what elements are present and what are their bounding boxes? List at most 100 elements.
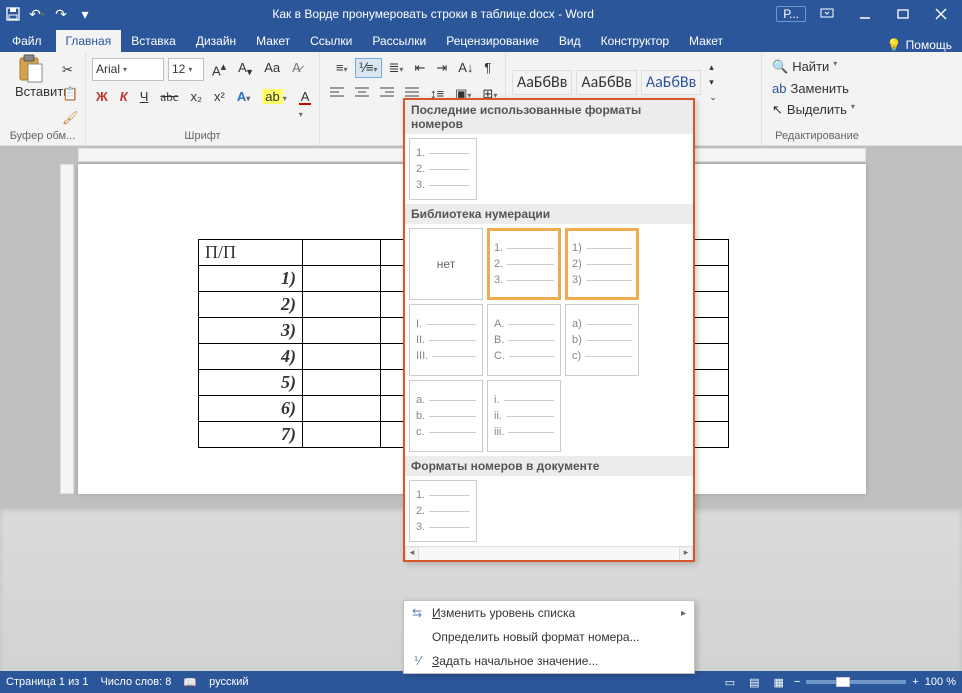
font-size-dropdown[interactable]: 12▾ <box>168 58 204 81</box>
zoom-level[interactable]: 100 % <box>925 676 956 688</box>
numbering-format-lower-alpha[interactable]: a. b. c. <box>409 380 483 452</box>
help-label: Помощь <box>906 38 952 52</box>
superscript-button[interactable]: x² <box>210 87 229 122</box>
styles-gallery-more[interactable]: ⌄ <box>705 90 721 105</box>
align-left-icon[interactable] <box>326 84 348 104</box>
section-doc-formats: Форматы номеров в документе <box>405 456 693 476</box>
tab-file[interactable]: Файл <box>2 30 52 52</box>
numbering-options-menu: ⇆ Изменить уровень списка ▸ Определить н… <box>403 600 695 674</box>
numbering-format-upper-alpha[interactable]: A. B. C. <box>487 304 561 376</box>
style-no-spacing[interactable]: АаБбВв <box>576 70 636 95</box>
redo-icon[interactable]: ↷ <box>52 5 70 23</box>
numbering-format-lower-roman[interactable]: i. ii. iii. <box>487 380 561 452</box>
italic-button[interactable]: К <box>116 87 132 122</box>
view-print-icon[interactable]: ▤ <box>745 674 763 691</box>
tab-layout2[interactable]: Макет <box>679 30 733 52</box>
numbering-format-decimal-dot[interactable]: 1. 2. 3. <box>409 138 477 200</box>
tab-references[interactable]: Ссылки <box>300 30 362 52</box>
group-editing-label: Редактирование <box>768 130 866 143</box>
menu-change-list-level[interactable]: ⇆ Изменить уровень списка ▸ <box>404 601 694 625</box>
qat-more-icon[interactable]: ▾ <box>76 5 94 23</box>
highlight-button[interactable]: ab▾ <box>258 87 290 122</box>
zoom-in-icon[interactable]: + <box>912 676 918 688</box>
underline-button[interactable]: Ч <box>136 87 153 122</box>
vertical-ruler[interactable] <box>60 164 74 494</box>
gallery-scroll[interactable]: ◂▸ <box>405 546 693 560</box>
shrink-font-icon[interactable]: A▾ <box>234 58 256 81</box>
help-search[interactable]: 💡 Помощь <box>877 38 962 52</box>
menu-label-text: Определить новый формат номера... <box>432 630 640 644</box>
context-tab-label[interactable]: Р... <box>776 6 806 22</box>
change-case-icon[interactable]: Aa <box>260 58 284 81</box>
titlebar: ↶▾ ↷ ▾ Как в Ворде пронумеровать строки … <box>0 0 962 28</box>
numbering-format-decimal-paren[interactable]: 1) 2) 3) <box>565 228 639 300</box>
search-icon: 🔍 <box>772 59 788 75</box>
numbering-format-none[interactable]: нет <box>409 228 483 300</box>
font-color-button[interactable]: A▾ <box>295 87 316 122</box>
view-web-icon[interactable]: ▦ <box>770 674 788 691</box>
ribbon-options-icon[interactable] <box>810 3 844 25</box>
sort-icon[interactable]: A↓ <box>454 58 477 78</box>
styles-scroll-down[interactable]: ▾ <box>705 75 721 90</box>
status-page[interactable]: Страница 1 из 1 <box>6 676 88 688</box>
change-level-icon: ⇆ <box>409 606 425 620</box>
clear-format-icon[interactable]: A̷ <box>288 58 305 81</box>
view-read-icon[interactable]: ▭ <box>721 674 739 691</box>
tab-design[interactable]: Дизайн <box>186 30 246 52</box>
style-heading1[interactable]: АаБбВв <box>641 70 701 95</box>
numbering-format-roman[interactable]: I. II. III. <box>409 304 483 376</box>
find-button[interactable]: 🔍Найти▾ <box>768 57 841 77</box>
group-font-label: Шрифт <box>92 130 313 143</box>
strike-button[interactable]: abc <box>156 87 182 122</box>
save-icon[interactable] <box>4 5 22 23</box>
maximize-button[interactable] <box>886 3 920 25</box>
numbering-format-lower-alpha-paren[interactable]: a) b) c) <box>565 304 639 376</box>
align-right-icon[interactable] <box>376 84 398 104</box>
set-value-icon: ⅟ <box>409 654 425 668</box>
minimize-button[interactable] <box>848 3 882 25</box>
text-effects-button[interactable]: A▾ <box>233 87 254 122</box>
font-family-dropdown[interactable]: Arial▾ <box>92 58 164 81</box>
menu-label-text: И <box>432 606 441 620</box>
numbering-button[interactable]: ⅟≡▾ <box>355 58 382 78</box>
bold-button[interactable]: Ж <box>92 87 112 122</box>
show-marks-icon[interactable]: ¶ <box>480 58 495 78</box>
numbering-format-doc-decimal-dot[interactable]: 1. 2. 3. <box>409 480 477 542</box>
status-language[interactable]: русский <box>209 676 248 688</box>
styles-scroll-up[interactable]: ▴ <box>705 60 721 75</box>
tab-constructor[interactable]: Конструктор <box>591 30 679 52</box>
status-words[interactable]: Число слов: 8 <box>100 676 171 688</box>
spellcheck-icon[interactable]: 📖 <box>183 676 197 689</box>
statusbar: Страница 1 из 1 Число слов: 8 📖 русский … <box>0 671 962 693</box>
window-title: Как в Ворде пронумеровать строки в табли… <box>94 7 772 21</box>
tab-insert[interactable]: Вставка <box>121 30 186 52</box>
align-center-icon[interactable] <box>351 84 373 104</box>
menu-define-new-format[interactable]: Определить новый формат номера... <box>404 625 694 649</box>
submenu-arrow-icon: ▸ <box>681 608 686 619</box>
tab-layout[interactable]: Макет <box>246 30 300 52</box>
grow-font-icon[interactable]: A▴ <box>208 58 230 81</box>
format-painter-icon[interactable]: 🖌 <box>58 108 83 128</box>
menu-set-value[interactable]: ⅟ Задать начальное значение... <box>404 649 694 673</box>
bullets-button[interactable]: ≡▾ <box>332 58 352 78</box>
select-button[interactable]: ↖Выделить▾ <box>768 100 859 120</box>
style-normal[interactable]: АаБбВв <box>512 70 572 95</box>
undo-icon[interactable]: ↶▾ <box>28 5 46 23</box>
subscript-button[interactable]: x₂ <box>186 87 206 122</box>
decrease-indent-icon[interactable]: ⇤ <box>410 58 429 78</box>
copy-icon[interactable]: 📋 <box>58 84 83 104</box>
tab-view[interactable]: Вид <box>549 30 591 52</box>
replace-button[interactable]: abЗаменить <box>768 79 853 98</box>
increase-indent-icon[interactable]: ⇥ <box>432 58 451 78</box>
tab-home[interactable]: Главная <box>56 30 122 52</box>
cut-icon[interactable]: ✂ <box>58 60 83 80</box>
multilevel-button[interactable]: ≣▾ <box>385 58 408 78</box>
tab-mailings[interactable]: Рассылки <box>362 30 436 52</box>
numbering-format-decimal-dot-sel[interactable]: 1. 2. 3. <box>487 228 561 300</box>
tab-review[interactable]: Рецензирование <box>436 30 549 52</box>
table-header-cell[interactable]: П/П <box>199 240 303 266</box>
zoom-slider[interactable] <box>806 680 906 684</box>
section-library: Библиотека нумерации <box>405 204 693 224</box>
close-button[interactable] <box>924 3 958 25</box>
zoom-out-icon[interactable]: − <box>794 676 800 688</box>
